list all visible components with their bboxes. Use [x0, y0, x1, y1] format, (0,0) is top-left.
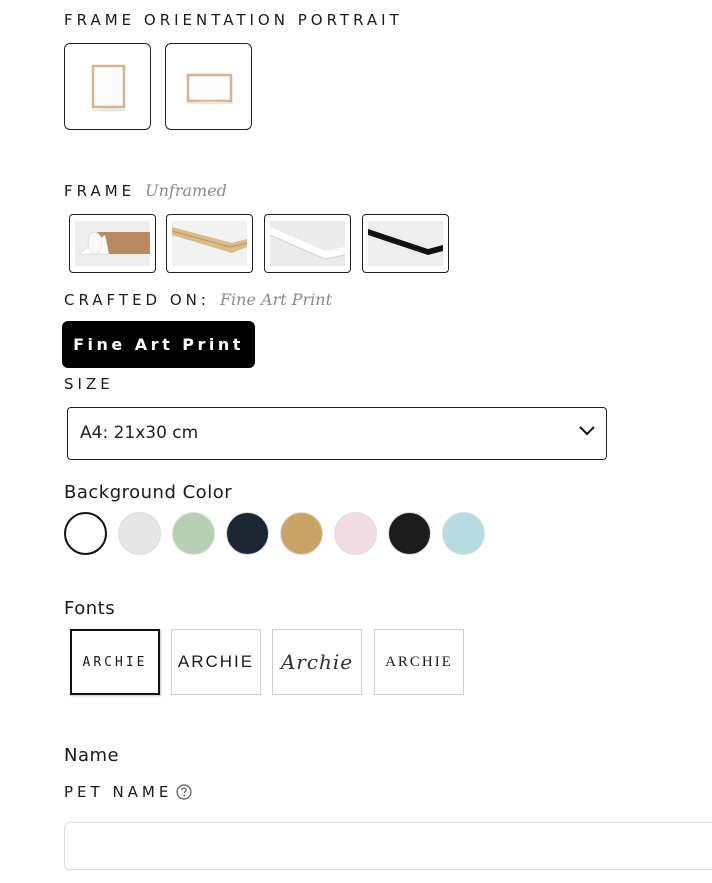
swatch-light-blue[interactable]	[442, 512, 485, 555]
crafted-on-label: CRAFTED ON:	[64, 291, 210, 309]
orientation-option-portrait[interactable]	[64, 43, 151, 130]
swatch-navy[interactable]	[226, 512, 269, 555]
font-option-4[interactable]: ARCHIE	[374, 629, 464, 695]
swatch-white[interactable]	[64, 512, 107, 555]
font-option-1[interactable]: ARCHIE	[70, 629, 160, 695]
orientation-option-landscape[interactable]	[165, 43, 252, 130]
swatch-pink[interactable]	[334, 512, 377, 555]
question-circle-icon[interactable]	[176, 784, 192, 800]
black-frame-icon	[368, 221, 443, 266]
font-sample-4: ARCHIE	[385, 653, 453, 670]
font-option-2[interactable]: ARCHIE	[171, 629, 261, 695]
chevron-down-icon	[579, 426, 595, 436]
crafted-on-label-row: CRAFTED ON: Fine Art Print	[64, 290, 332, 309]
white-frame-icon	[270, 221, 345, 266]
pet-name-label: PET NAME	[64, 783, 173, 801]
rolled-print-icon	[75, 221, 150, 266]
swatch-light-gray[interactable]	[118, 512, 161, 555]
font-option-3[interactable]: Archie	[272, 629, 362, 695]
size-select[interactable]: A4: 21x30 cm	[67, 407, 607, 460]
swatch-sage[interactable]	[172, 512, 215, 555]
frame-option-oak[interactable]	[166, 214, 253, 273]
orientation-label: FRAME ORIENTATION	[64, 11, 289, 29]
swatch-gold[interactable]	[280, 512, 323, 555]
font-sample-2: ARCHIE	[177, 652, 255, 671]
frame-option-unframed[interactable]	[69, 214, 156, 273]
orientation-label-row: FRAME ORIENTATION PORTRAIT	[64, 11, 403, 29]
name-heading: Name	[64, 745, 120, 766]
frame-option-black[interactable]	[362, 214, 449, 273]
size-label: SIZE	[64, 375, 114, 393]
orientation-value: PORTRAIT	[297, 11, 403, 29]
oak-frame-icon	[172, 221, 247, 266]
frame-label-row: FRAME Unframed	[64, 181, 227, 200]
swatch-black[interactable]	[388, 512, 431, 555]
frame-label: FRAME	[64, 182, 136, 200]
portrait-frame-icon	[91, 64, 127, 112]
pet-name-label-row: PET NAME	[64, 783, 192, 801]
font-sample-3: Archie	[280, 650, 354, 674]
landscape-frame-icon	[186, 73, 234, 105]
size-selected-value: A4: 21x30 cm	[80, 423, 199, 443]
frame-option-white[interactable]	[264, 214, 351, 273]
background-color-heading: Background Color	[64, 482, 233, 503]
fonts-heading: Fonts	[64, 598, 116, 619]
pet-name-input[interactable]	[64, 822, 712, 870]
fine-art-print-button[interactable]: Fine Art Print	[62, 321, 255, 368]
crafted-on-value: Fine Art Print	[219, 290, 333, 309]
font-sample-1: ARCHIE	[82, 654, 148, 670]
frame-value: Unframed	[145, 181, 227, 200]
